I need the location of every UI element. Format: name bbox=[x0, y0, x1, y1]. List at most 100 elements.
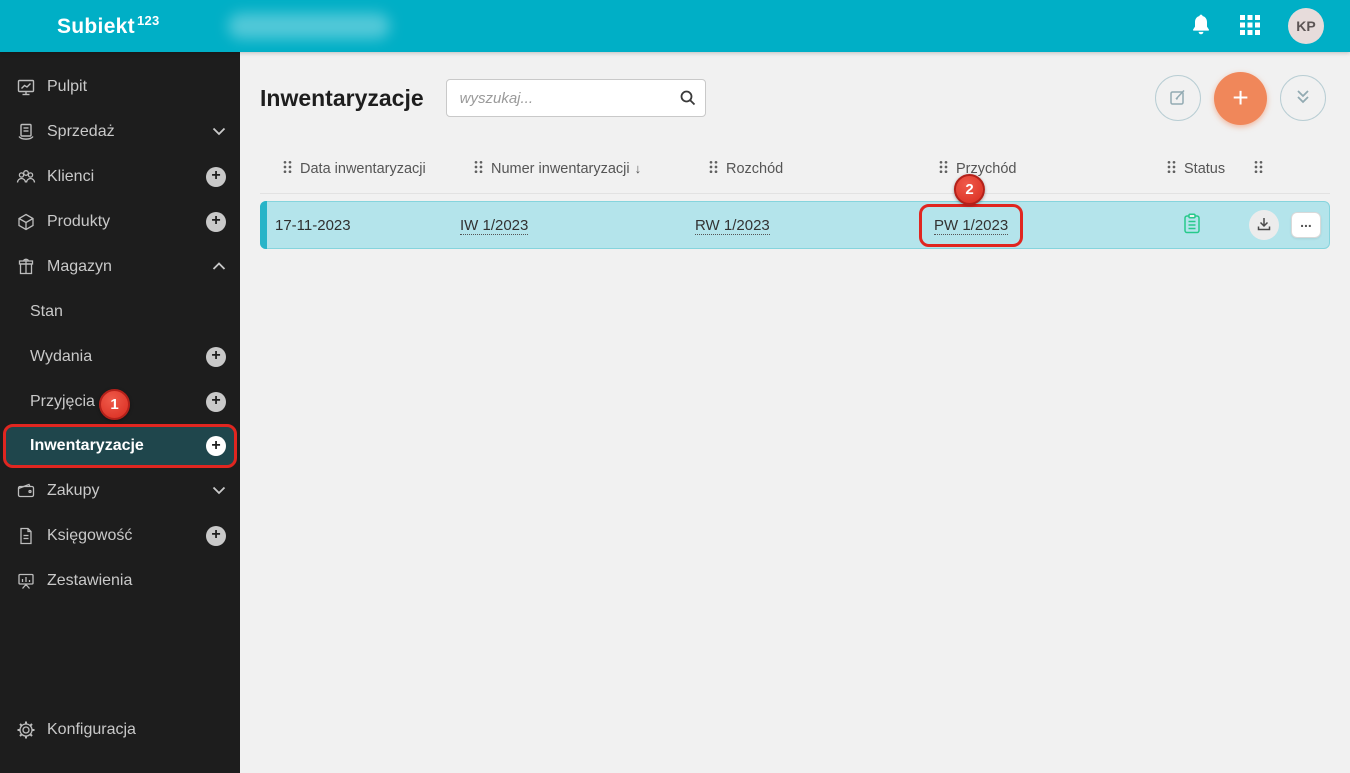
column-label: Data inwentaryzacji bbox=[300, 160, 426, 177]
drag-handle-icon[interactable] bbox=[1254, 160, 1263, 178]
sidebar-item-konfiguracja[interactable]: Konfiguracja bbox=[0, 707, 240, 752]
products-icon bbox=[14, 212, 38, 232]
apps-grid-button[interactable] bbox=[1239, 14, 1261, 39]
download-icon bbox=[1256, 216, 1272, 235]
edit-button[interactable] bbox=[1155, 75, 1201, 121]
sidebar-item-label: Produkty bbox=[47, 212, 111, 230]
expand-all-button[interactable] bbox=[1280, 75, 1326, 121]
table-row[interactable]: 17-11-2023 IW 1/2023 RW 1/2023 PW 1/2023… bbox=[260, 173, 1330, 249]
sidebar-item-label: Sprzedaż bbox=[47, 122, 115, 140]
column-header-number[interactable]: Numer inwentaryzacji ↓ bbox=[451, 160, 686, 178]
row-more-button[interactable]: ... bbox=[1291, 212, 1321, 238]
double-chevron-down-icon bbox=[1292, 87, 1314, 110]
annotation-step-2-badge: 2 bbox=[954, 173, 986, 205]
clients-icon bbox=[14, 167, 38, 187]
cell-date: 17-11-2023 bbox=[275, 216, 351, 234]
sidebar-item-zakupy[interactable]: Zakupy bbox=[0, 468, 240, 513]
apps-grid-icon bbox=[1239, 14, 1261, 39]
cell-inflow: PW 1/2023 2 bbox=[917, 173, 1152, 247]
chevron-down-icon[interactable] bbox=[212, 486, 226, 495]
app-logo: Subiekt 123 bbox=[57, 13, 160, 39]
notifications-button[interactable] bbox=[1190, 13, 1212, 40]
sidebar-item-wydania[interactable]: Wydania + bbox=[0, 334, 240, 379]
search-box bbox=[445, 79, 706, 117]
download-button[interactable] bbox=[1249, 210, 1279, 240]
column-header-status[interactable]: Status bbox=[1151, 160, 1231, 178]
search-input[interactable] bbox=[445, 79, 706, 117]
user-avatar[interactable]: KP bbox=[1288, 8, 1324, 44]
page-title: Inwentaryzacje bbox=[260, 84, 424, 111]
sidebar-item-produkty[interactable]: Produkty + bbox=[0, 199, 240, 244]
plus-circle-icon: + bbox=[206, 391, 226, 412]
sidebar-item-klienci[interactable]: Klienci + bbox=[0, 154, 240, 199]
main-content: Inwentaryzacje + Data bbox=[240, 52, 1350, 773]
inflow-document-link[interactable]: PW 1/2023 bbox=[934, 216, 1009, 235]
sidebar-item-label: Stan bbox=[30, 302, 63, 320]
app-logo-superscript: 123 bbox=[136, 13, 160, 28]
add-button[interactable]: + bbox=[1214, 71, 1267, 125]
topbar-right-group: KP bbox=[1190, 0, 1324, 52]
sidebar-item-label: Konfiguracja bbox=[47, 720, 136, 738]
column-label: Rozchód bbox=[726, 160, 784, 177]
sidebar-item-magazyn[interactable]: Magazyn bbox=[0, 244, 240, 289]
sidebar-nav: Pulpit Sprzedaż Klienci + Produkty + Mag… bbox=[0, 52, 240, 773]
add-ksiegowosc-button[interactable]: + bbox=[206, 525, 226, 546]
drag-handle-icon[interactable] bbox=[283, 160, 292, 178]
add-produkty-button[interactable]: + bbox=[206, 211, 226, 232]
sidebar-item-sprzedaz[interactable]: Sprzedaż bbox=[0, 109, 240, 154]
sidebar-item-label: Przyjęcia bbox=[30, 392, 95, 410]
drag-handle-icon[interactable] bbox=[939, 160, 948, 178]
sidebar-item-ksiegowosc[interactable]: Księgowość + bbox=[0, 513, 240, 558]
plus-icon: + bbox=[1232, 82, 1249, 113]
chevron-up-icon[interactable] bbox=[212, 262, 226, 271]
add-przyjecia-button[interactable]: + bbox=[206, 391, 226, 412]
plus-circle-icon: + bbox=[206, 166, 226, 187]
blurred-company-name bbox=[228, 13, 390, 39]
reports-icon bbox=[14, 571, 38, 591]
inventory-table: Data inwentaryzacji Numer inwentaryzacji… bbox=[260, 144, 1330, 249]
sales-icon bbox=[14, 122, 38, 142]
sidebar-item-pulpit[interactable]: Pulpit bbox=[0, 64, 240, 109]
gear-icon bbox=[14, 720, 38, 740]
sidebar-item-label: Zestawienia bbox=[47, 571, 133, 589]
header-actions: + bbox=[1155, 71, 1326, 125]
sidebar-item-label: Pulpit bbox=[47, 77, 88, 95]
column-header-actions[interactable] bbox=[1231, 160, 1330, 178]
plus-circle-icon: + bbox=[206, 346, 226, 367]
outflow-document-link[interactable]: RW 1/2023 bbox=[695, 216, 770, 235]
search-icon[interactable] bbox=[679, 89, 697, 112]
column-header-date[interactable]: Data inwentaryzacji bbox=[260, 160, 451, 178]
plus-circle-icon: + bbox=[206, 211, 226, 232]
drag-handle-icon[interactable] bbox=[709, 160, 718, 178]
accounting-icon bbox=[14, 526, 38, 546]
sidebar-item-label: Księgowość bbox=[47, 526, 133, 544]
page-header: Inwentaryzacje + bbox=[240, 52, 1350, 144]
drag-handle-icon[interactable] bbox=[474, 160, 483, 178]
column-label: Numer inwentaryzacji bbox=[491, 160, 630, 177]
avatar-initials: KP bbox=[1296, 18, 1316, 34]
dashboard-icon bbox=[14, 77, 38, 97]
sort-descending-icon: ↓ bbox=[634, 161, 642, 176]
column-header-outflow[interactable]: Rozchód bbox=[686, 160, 916, 178]
add-inwentaryzacje-button[interactable]: + bbox=[206, 436, 226, 456]
topbar: Subiekt 123 KP bbox=[0, 0, 1350, 52]
sidebar-item-label: Magazyn bbox=[47, 257, 112, 275]
chevron-down-icon[interactable] bbox=[212, 127, 226, 136]
cell-number: IW 1/2023 bbox=[452, 216, 687, 235]
sidebar-item-zestawienia[interactable]: Zestawienia bbox=[0, 558, 240, 603]
sidebar-item-inwentaryzacje[interactable]: Inwentaryzacje + bbox=[3, 424, 237, 468]
drag-handle-icon[interactable] bbox=[1167, 160, 1176, 178]
plus-circle-icon: + bbox=[206, 436, 226, 456]
inventory-document-link[interactable]: IW 1/2023 bbox=[460, 216, 529, 235]
sidebar-item-label: Wydania bbox=[30, 347, 93, 365]
column-label: Status bbox=[1184, 160, 1226, 177]
add-klienci-button[interactable]: + bbox=[206, 166, 226, 187]
app-logo-text: Subiekt bbox=[57, 15, 135, 38]
add-wydania-button[interactable]: + bbox=[206, 346, 226, 367]
sidebar-item-label: Klienci bbox=[47, 167, 95, 185]
sidebar-item-label: Inwentaryzacje bbox=[30, 437, 144, 454]
cell-outflow: RW 1/2023 bbox=[687, 216, 917, 235]
column-header-inflow[interactable]: Przychód bbox=[916, 160, 1151, 178]
warehouse-icon bbox=[14, 257, 38, 277]
sidebar-item-stan[interactable]: Stan bbox=[0, 289, 240, 334]
